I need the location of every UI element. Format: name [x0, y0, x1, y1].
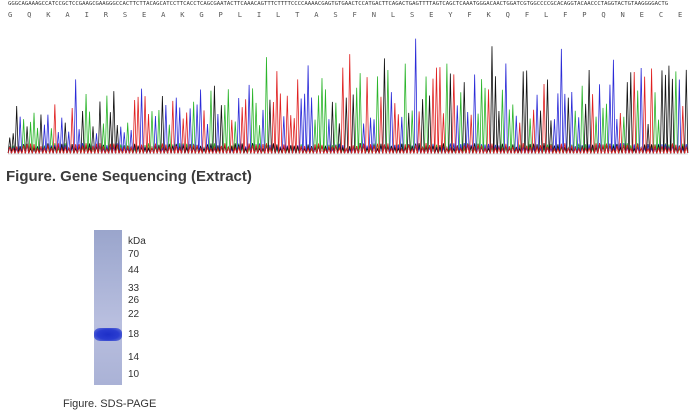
marker-18: 18: [128, 329, 140, 340]
trace-G: [7, 46, 689, 154]
trace-T: [7, 54, 689, 154]
marker-44: 44: [128, 265, 140, 276]
kda-unit-label: kDa: [128, 236, 146, 247]
chromatogram: [7, 38, 689, 155]
sds-page-caption: Figure. SDS-PAGE: [63, 398, 157, 410]
gene-sequencing-caption: Figure. Gene Sequencing (Extract): [6, 168, 252, 185]
protein-sequence: G Q K A I R S E A K G P L I L T A S F N …: [8, 10, 688, 19]
protein-band: [94, 328, 122, 341]
marker-14: 14: [128, 352, 140, 363]
marker-70: 70: [128, 249, 140, 260]
dna-sequence: GGGCAGAAAGCCATCCGCTCCGAAGCGAAGGGCCACTTCT…: [8, 1, 669, 7]
marker-10: 10: [128, 369, 140, 380]
marker-26: 26: [128, 295, 140, 306]
trace-C: [7, 38, 689, 154]
marker-33: 33: [128, 283, 140, 294]
marker-22: 22: [128, 309, 140, 320]
sds-page-gel-lane: [94, 230, 122, 385]
